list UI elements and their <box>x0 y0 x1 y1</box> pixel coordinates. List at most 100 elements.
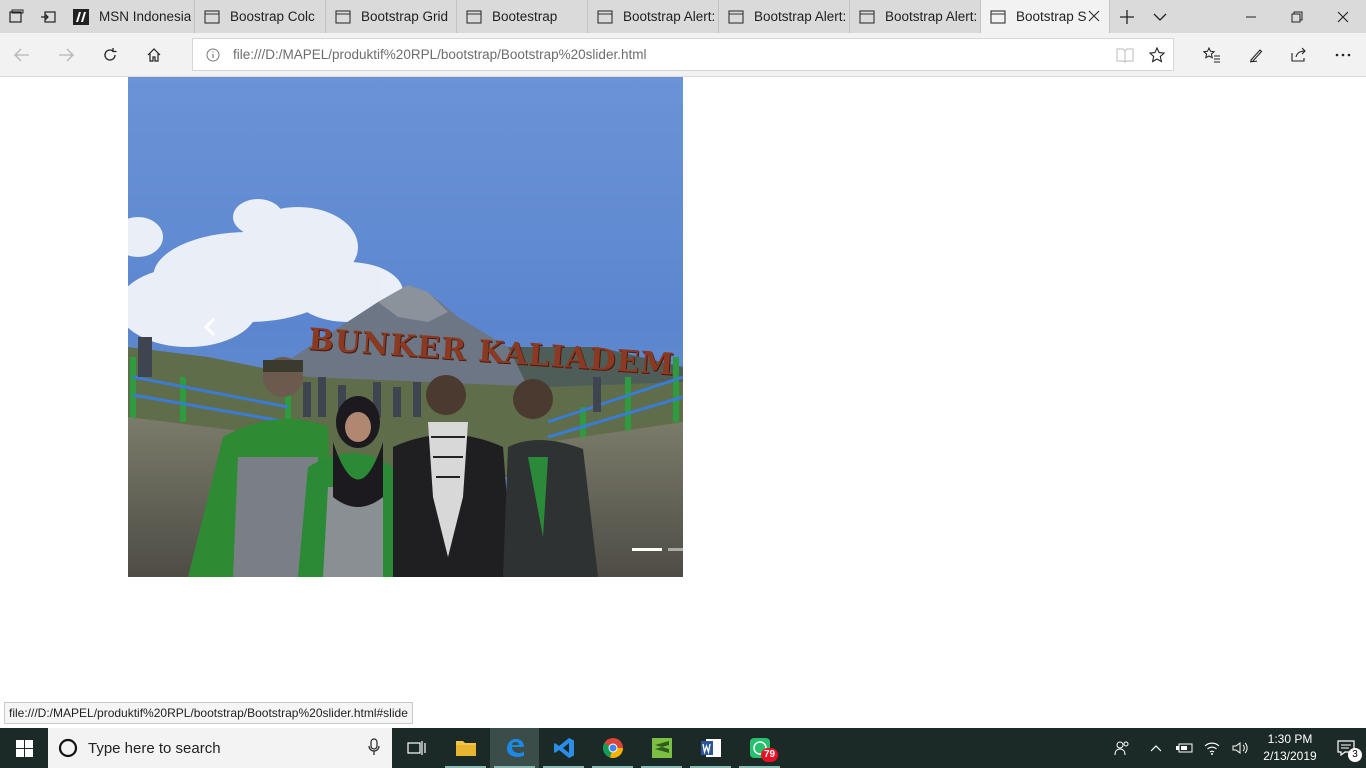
battery-icon <box>1176 743 1193 753</box>
tab-label: Boostrap Colc <box>230 9 315 24</box>
favorites-list-icon <box>1203 47 1220 63</box>
show-hidden-icons-button[interactable] <box>1142 728 1170 768</box>
carousel-indicator-1[interactable] <box>632 548 662 551</box>
cortana-icon <box>48 738 88 758</box>
carousel-indicator-2[interactable] <box>668 548 683 551</box>
page-icon <box>335 9 351 25</box>
restore-icon <box>1291 11 1303 22</box>
web-note-button[interactable] <box>1234 33 1278 77</box>
url-text[interactable]: file:///D:/MAPEL/produktif%20RPL/bootstr… <box>233 47 1109 62</box>
pen-icon <box>1249 49 1263 63</box>
page-icon <box>859 9 875 25</box>
action-center-button[interactable]: 3 <box>1326 728 1366 768</box>
tab-label: Bootstrap S <box>1016 9 1086 24</box>
arrow-left-icon <box>14 48 29 62</box>
close-tab-icon[interactable] <box>1087 9 1101 23</box>
folder-icon <box>455 741 476 756</box>
refresh-button[interactable] <box>88 33 132 77</box>
word-button[interactable] <box>686 728 735 768</box>
tab-manager-button[interactable] <box>0 0 32 33</box>
whatsapp-button[interactable]: 79 <box>735 728 784 768</box>
tab-preview-button[interactable] <box>1144 0 1176 33</box>
book-icon <box>1116 48 1134 63</box>
tab-label: Bootstrap Grid <box>361 9 449 24</box>
restore-button[interactable] <box>1274 0 1320 33</box>
browser-tab[interactable]: Bootestrap <box>457 0 588 33</box>
chevron-left-icon <box>204 317 216 337</box>
battery-button[interactable] <box>1170 728 1198 768</box>
notification-count-badge: 3 <box>1348 748 1362 762</box>
set-aside-icon <box>41 10 56 23</box>
favorites-hub-button[interactable] <box>1190 33 1234 77</box>
close-icon <box>1337 11 1349 22</box>
browser-tab[interactable]: Bootstrap Alert: <box>850 0 981 33</box>
favorite-button[interactable] <box>1141 38 1173 71</box>
close-window-button[interactable] <box>1320 0 1366 33</box>
system-tray: 1:30 PM 2/13/2019 3 <box>1108 728 1366 768</box>
share-icon <box>1291 47 1306 62</box>
edge-icon <box>506 739 524 757</box>
tab-label: Bootstrap Alert: <box>754 9 847 24</box>
clock[interactable]: 1:30 PM 2/13/2019 <box>1254 731 1326 765</box>
taskbar-search-box[interactable]: Type here to search <box>48 728 392 768</box>
site-info-button[interactable] <box>193 48 233 62</box>
share-button[interactable] <box>1277 33 1321 77</box>
image-carousel: BUNKER KALIADEM <box>128 77 683 577</box>
word-icon <box>700 739 721 757</box>
windows-logo-icon <box>15 739 33 757</box>
windows-taskbar: Type here to search 79 1:30 PM 2/13/2019… <box>0 728 1366 768</box>
vscode-button[interactable] <box>539 728 588 768</box>
file-explorer-button[interactable] <box>441 728 490 768</box>
carousel-prev-button[interactable] <box>188 307 232 347</box>
browser-tab[interactable]: Bootstrap Alert: <box>588 0 719 33</box>
wifi-button[interactable] <box>1198 728 1226 768</box>
volume-button[interactable] <box>1226 728 1254 768</box>
address-bar[interactable]: file:///D:/MAPEL/produktif%20RPL/bootstr… <box>192 38 1174 71</box>
wifi-icon <box>1204 742 1220 755</box>
minimize-button[interactable] <box>1228 0 1274 33</box>
task-view-icon <box>406 741 426 755</box>
browser-tab[interactable]: Bootstrap S <box>981 0 1110 33</box>
clock-date: 2/13/2019 <box>1263 749 1317 763</box>
page-content: BUNKER KALIADEM <box>0 77 1366 728</box>
set-tabs-aside-button[interactable] <box>32 0 64 33</box>
tab-label: Bootstrap Alert: <box>885 9 978 24</box>
microphone-icon[interactable] <box>368 738 380 756</box>
reading-view-button[interactable] <box>1109 38 1141 71</box>
people-icon <box>1114 741 1129 756</box>
task-view-button[interactable] <box>392 728 441 768</box>
tab-bar: MSN Indonesia Boostrap Colc Bootstrap Grid… <box>0 0 1366 33</box>
speaker-icon <box>1232 742 1248 754</box>
page-icon <box>466 9 482 25</box>
browser-tab[interactable]: Bootstrap Grid <box>326 0 457 33</box>
whatsapp-unread-badge: 79 <box>761 748 779 762</box>
people-button[interactable] <box>1108 728 1136 768</box>
browser-tab[interactable]: Bootstrap Alert: <box>719 0 850 33</box>
home-button[interactable] <box>132 33 176 77</box>
home-icon <box>147 48 161 62</box>
link-status-bar: file:///D:/MAPEL/produktif%20RPL/bootstr… <box>4 702 413 724</box>
page-icon <box>597 9 613 25</box>
page-icon <box>728 9 744 25</box>
minimize-icon <box>1246 16 1256 17</box>
clock-time: 1:30 PM <box>1267 732 1313 746</box>
back-button[interactable] <box>0 33 44 77</box>
sublime-icon <box>651 738 672 758</box>
new-tab-button[interactable] <box>1110 0 1144 33</box>
forward-button[interactable] <box>44 33 88 77</box>
refresh-icon <box>104 48 117 61</box>
edge-taskbar-button[interactable] <box>490 728 539 768</box>
ellipsis-icon <box>1335 53 1351 57</box>
browser-tab[interactable]: MSN Indonesia <box>64 0 195 33</box>
chrome-icon <box>602 738 623 758</box>
start-button[interactable] <box>0 728 48 768</box>
msn-icon <box>73 8 89 25</box>
chevron-up-icon <box>1150 745 1162 752</box>
chrome-button[interactable] <box>588 728 637 768</box>
page-icon <box>990 9 1006 25</box>
more-button[interactable] <box>1321 33 1365 77</box>
search-placeholder: Type here to search <box>88 739 221 757</box>
browser-tab[interactable]: Boostrap Colc <box>195 0 326 33</box>
chevron-down-icon <box>1153 13 1167 21</box>
sublime-text-button[interactable] <box>637 728 686 768</box>
